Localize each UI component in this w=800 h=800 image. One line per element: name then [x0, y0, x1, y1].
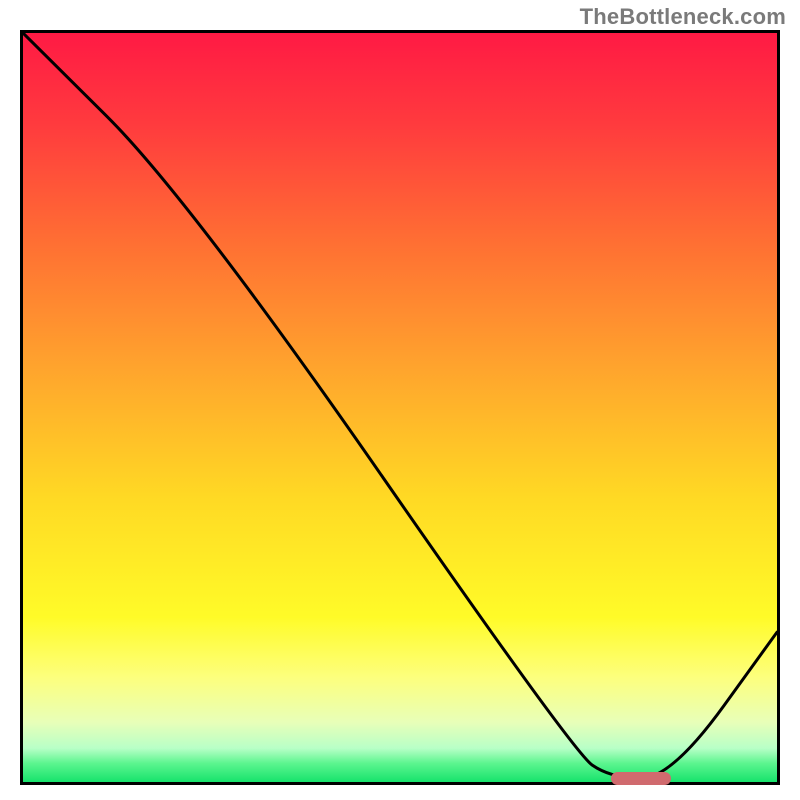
- chart-frame: TheBottleneck.com: [0, 0, 800, 800]
- attribution-text: TheBottleneck.com: [580, 4, 786, 30]
- optimal-range-marker: [611, 772, 671, 785]
- bottleneck-curve: [23, 33, 777, 782]
